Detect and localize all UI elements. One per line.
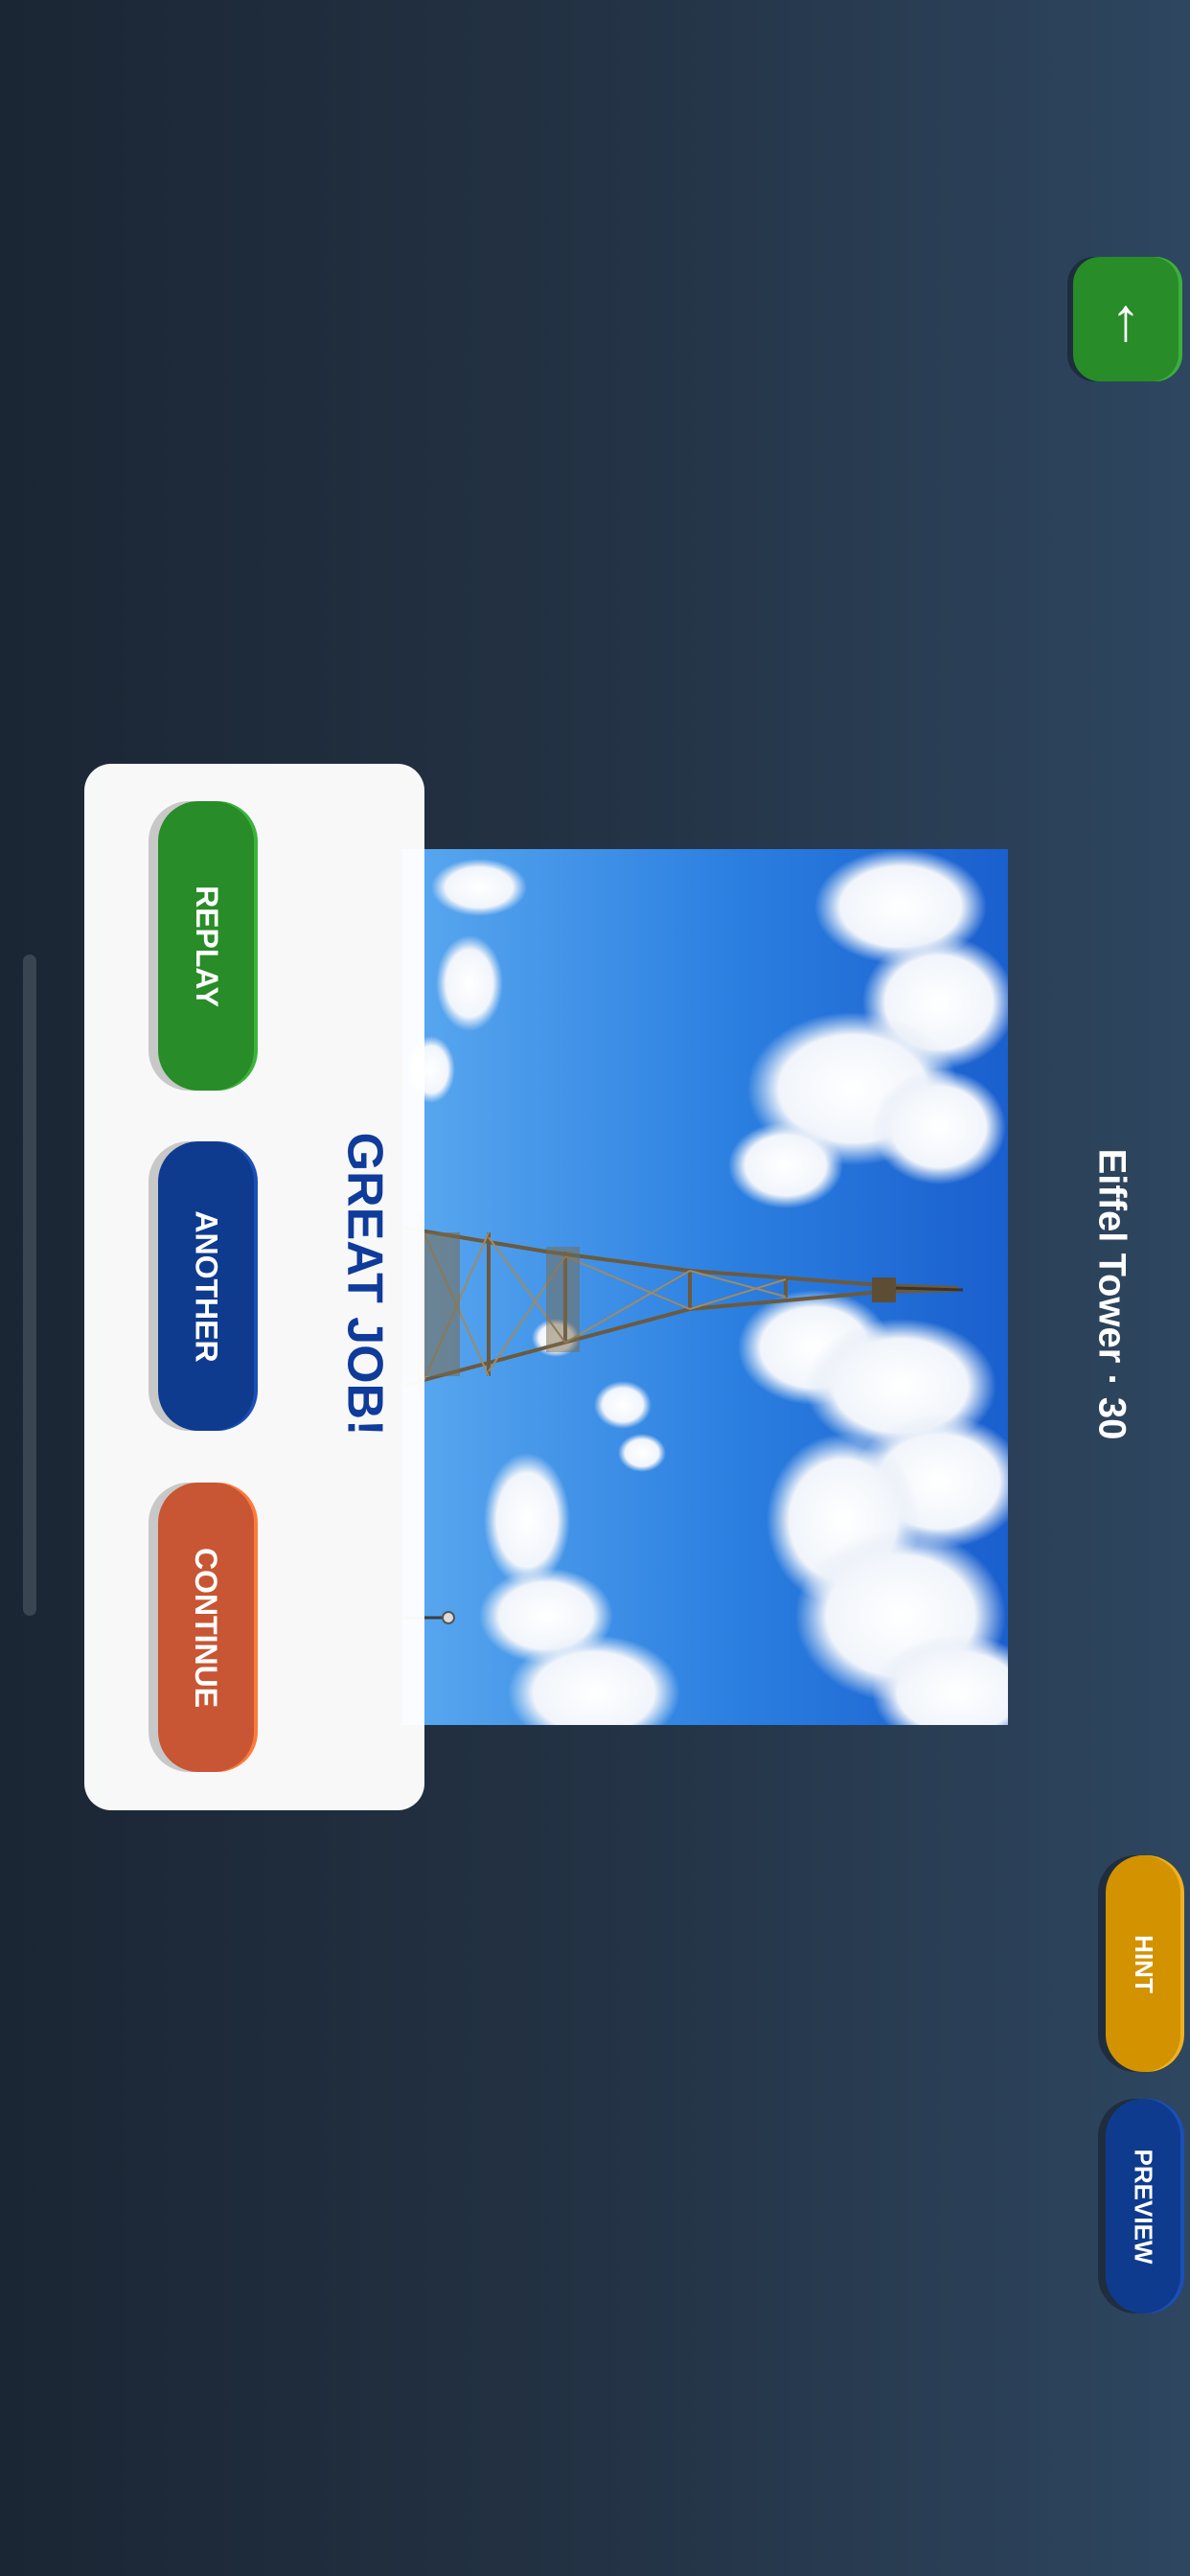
dialog-title: GREAT JOB! xyxy=(336,1132,393,1437)
continue-button-label: CONTINUE xyxy=(189,1547,224,1708)
hint-button-label: HINT xyxy=(1129,1934,1158,1993)
dialog-title-container: GREAT JOB! xyxy=(316,1102,412,1466)
up-arrow-icon: ↑ xyxy=(1110,285,1141,354)
replay-button-label: REPLAY xyxy=(189,885,224,1007)
replay-button[interactable]: REPLAY xyxy=(158,801,254,1091)
preview-button[interactable]: PREVIEW xyxy=(1106,2099,1180,2313)
page-title: Eiffel Tower · 30 xyxy=(1090,1148,1133,1439)
puzzle-image xyxy=(402,849,1008,1725)
scroll-up-button[interactable]: ↑ xyxy=(1073,257,1179,381)
header: Eiffel Tower · 30 xyxy=(1035,1054,1188,1533)
continue-button[interactable]: CONTINUE xyxy=(158,1483,254,1772)
another-button-label: ANOTHER xyxy=(189,1209,224,1363)
scrollbar[interactable] xyxy=(23,954,36,1616)
preview-button-label: PREVIEW xyxy=(1129,2149,1158,2264)
hint-button[interactable]: HINT xyxy=(1106,1855,1180,2072)
another-button[interactable]: ANOTHER xyxy=(158,1141,254,1431)
